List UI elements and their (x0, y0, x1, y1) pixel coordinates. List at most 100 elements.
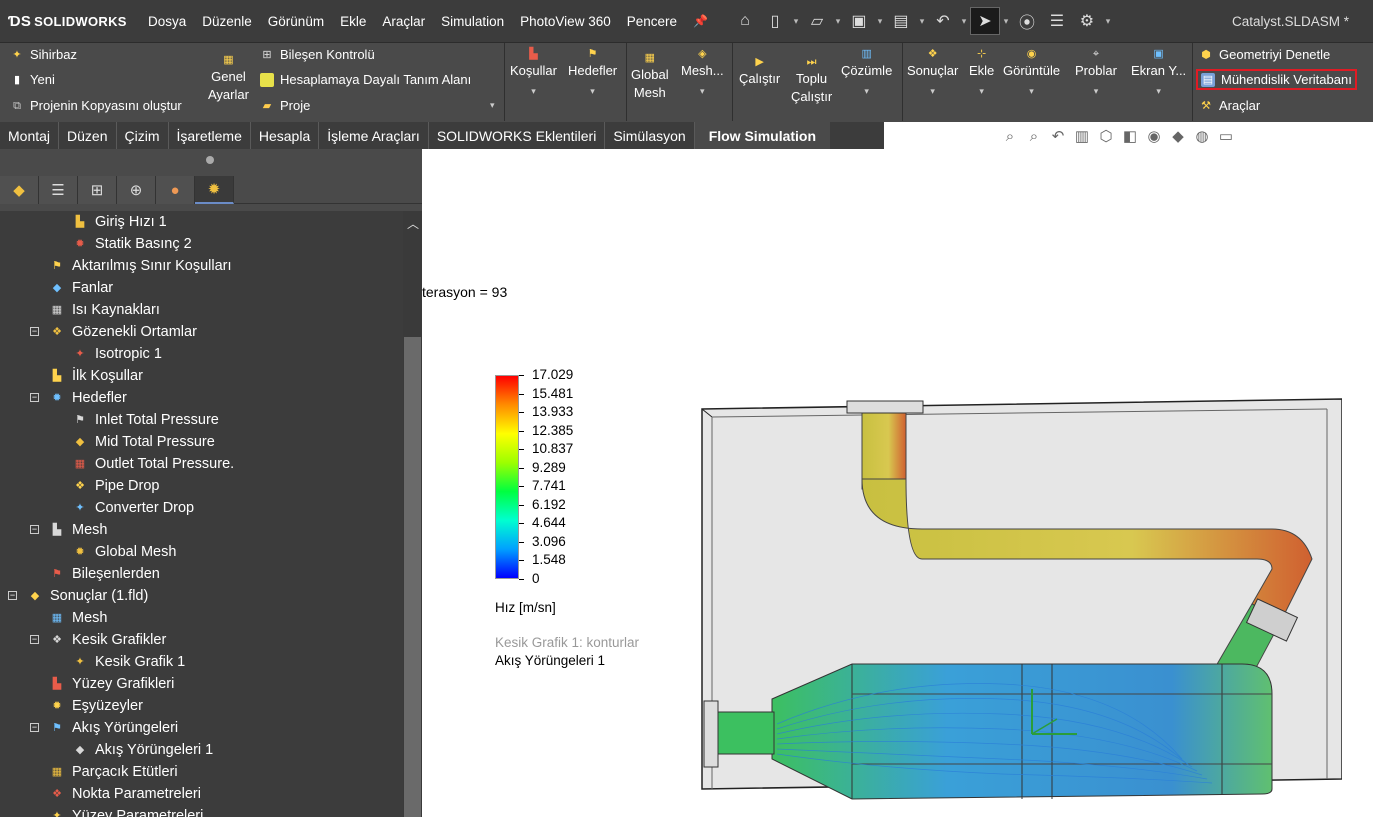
flow-simulation-tab-icon[interactable]: ✹ (195, 176, 234, 204)
probe-button[interactable]: ⌖ Problar ▾ (1075, 47, 1117, 100)
global-mesh-button[interactable]: ▦ Global Mesh (631, 51, 669, 102)
tree-item[interactable]: ◆ Akış Yörüngeleri 1 (73, 739, 213, 761)
chevron-down-icon[interactable]: ▾ (1094, 82, 1099, 100)
wizard-button[interactable]: ✦ Sihirbaz (10, 47, 77, 62)
component-control-button[interactable]: ⊞ Bileşen Kontrolü (260, 47, 374, 62)
tree-scrollbar[interactable]: ︿ (403, 211, 422, 817)
display-style-icon[interactable]: ◧ (1120, 127, 1140, 145)
tab-7[interactable]: Simülasyon (605, 122, 695, 149)
zoom-to-area-icon[interactable]: ⌕ (1024, 128, 1044, 145)
view-settings-icon[interactable]: ▭ (1216, 127, 1236, 145)
tree-item[interactable]: ❖ Gözenekli Ortamlar (50, 321, 197, 343)
chevron-down-icon[interactable]: ▾ (958, 7, 970, 35)
save-icon[interactable]: ▣ (844, 7, 874, 35)
tree-item[interactable]: ▦ Outlet Total Pressure. (73, 453, 234, 475)
chevron-down-icon[interactable]: ▾ (700, 82, 705, 100)
chevron-down-icon[interactable]: ▾ (490, 100, 495, 111)
tree-item[interactable]: ✦ Kesik Grafik 1 (73, 651, 185, 673)
tree-item[interactable]: ▦ Mesh (50, 607, 108, 629)
results-button[interactable]: ❖ Sonuçlar ▾ (907, 47, 958, 100)
tree-item[interactable]: ⚑ Aktarılmış Sınır Koşulları (50, 255, 231, 277)
tab-8[interactable]: Flow Simulation (694, 122, 831, 149)
insert-button[interactable]: ⊹ Ekle ▾ (969, 47, 994, 100)
chevron-down-icon[interactable]: ▾ (874, 7, 886, 35)
tab-5[interactable]: İşleme Araçları (319, 122, 429, 149)
menu-item-1[interactable]: Düzenle (194, 14, 260, 29)
property-manager-tab-icon[interactable]: ☰ (39, 176, 78, 204)
menu-item-0[interactable]: Dosya (140, 14, 194, 29)
tree-item[interactable]: ▦ Parçacık Etütleri (50, 761, 178, 783)
scene-icon[interactable]: ◍ (1192, 127, 1212, 145)
chevron-down-icon[interactable]: ▾ (590, 82, 595, 100)
home-icon[interactable]: ⌂ (730, 7, 760, 35)
new-project-button[interactable]: ▮ Yeni (10, 72, 55, 87)
section-view-icon[interactable]: ▥ (1072, 127, 1092, 145)
tab-6[interactable]: SOLIDWORKS Eklentileri (428, 122, 606, 149)
solve-button[interactable]: ▥ Çözümle ▾ (841, 47, 892, 100)
view-orientation-icon[interactable]: ⬡ (1096, 127, 1116, 145)
chevron-down-icon[interactable]: ▾ (1000, 7, 1012, 35)
collapse-toggle-icon[interactable]: − (8, 591, 17, 600)
collapse-toggle-icon[interactable]: − (30, 635, 39, 644)
engineering-database-button[interactable]: ▤ Mühendislik Veritabanı (1196, 69, 1357, 90)
chevron-down-icon[interactable]: ▾ (832, 7, 844, 35)
tree-item[interactable]: ◆ Sonuçlar (1.fld) (28, 585, 149, 607)
general-settings-button[interactable]: ▦ Genel Ayarlar (208, 53, 249, 104)
select-cursor-icon[interactable]: ➤ (969, 7, 1000, 35)
print-icon[interactable]: ▤ (886, 7, 916, 35)
appearance-icon[interactable]: ◆ (1168, 127, 1188, 145)
tab-2[interactable]: Çizim (116, 122, 169, 149)
traffic-light-icon[interactable]: ⦿ (1012, 7, 1042, 35)
chevron-down-icon[interactable]: ▾ (531, 82, 536, 100)
clone-project-button[interactable]: ⧉ Projenin Kopyasını oluştur (10, 98, 182, 113)
pin-icon[interactable]: 📌 (685, 14, 716, 28)
tree-item[interactable]: ▦ Isı Kaynakları (50, 299, 160, 321)
screen-capture-button[interactable]: ▣ Ekran Y... ▾ (1131, 47, 1186, 100)
tools-button[interactable]: ⚒ Araçlar (1199, 98, 1260, 113)
tree-item[interactable]: ◆ Mid Total Pressure (73, 431, 215, 453)
tree-item[interactable]: ❖ Pipe Drop (73, 475, 159, 497)
dimxpert-tab-icon[interactable]: ⊕ (117, 176, 156, 204)
chevron-down-icon[interactable]: ▾ (1029, 82, 1034, 100)
collapse-toggle-icon[interactable]: − (30, 393, 39, 402)
tab-0[interactable]: Montaj (0, 122, 60, 149)
undo-icon[interactable]: ↶ (928, 7, 958, 35)
menu-item-5[interactable]: Simulation (433, 14, 512, 29)
menu-item-7[interactable]: Pencere (619, 14, 685, 29)
catalyst-model-view[interactable] (682, 379, 1342, 817)
menu-item-2[interactable]: Görünüm (260, 14, 332, 29)
tab-3[interactable]: İşaretleme (168, 122, 251, 149)
conditions-button[interactable]: ▙ Koşullar ▾ (510, 47, 557, 100)
collapse-toggle-icon[interactable]: − (30, 525, 39, 534)
tree-item[interactable]: ❖ Kesik Grafikler (50, 629, 166, 651)
menu-item-4[interactable]: Araçlar (374, 14, 433, 29)
run-button[interactable]: ▶ Çalıştır (739, 55, 780, 88)
display-button[interactable]: ◉ Görüntüle ▾ (1003, 47, 1060, 100)
menu-item-3[interactable]: Ekle (332, 14, 374, 29)
scroll-up-icon[interactable]: ︿ (407, 215, 419, 232)
tree-item[interactable]: ✦ Yüzey Parametreleri (50, 805, 203, 817)
scroll-thumb[interactable] (404, 337, 421, 817)
tree-item[interactable]: ▙ Mesh (50, 519, 108, 541)
chevron-down-icon[interactable]: ▾ (1102, 7, 1114, 35)
tree-item[interactable]: ✦ Isotropic 1 (73, 343, 162, 365)
chevron-down-icon[interactable]: ▾ (930, 82, 935, 100)
tree-item[interactable]: ✦ Converter Drop (73, 497, 194, 519)
goals-button[interactable]: ⚑ Hedefler ▾ (568, 47, 617, 100)
display-manager-tab-icon[interactable]: ● (156, 176, 195, 204)
chevron-down-icon[interactable]: ▾ (1156, 82, 1161, 100)
tab-4[interactable]: Hesapla (250, 122, 320, 149)
file-properties-icon[interactable]: ☰ (1042, 7, 1072, 35)
tab-1[interactable]: Düzen (59, 122, 117, 149)
tree-item[interactable]: ❖ Nokta Parametreleri (50, 783, 201, 805)
feature-manager-tab-icon[interactable]: ◆ (0, 176, 39, 204)
chevron-down-icon[interactable]: ▾ (790, 7, 802, 35)
check-geometry-button[interactable]: ⬢ Geometriyi Denetle (1199, 47, 1330, 62)
hide-show-icon[interactable]: ◉ (1144, 127, 1164, 145)
computational-domain-button[interactable]: Hesaplamaya Dayalı Tanım Alanı (260, 72, 471, 87)
graphics-area[interactable]: terasyon = 93 17.029 15.481 13.933 12.385 10… (422, 149, 1373, 817)
configuration-manager-tab-icon[interactable]: ⊞ (78, 176, 117, 204)
tree-item[interactable]: ✹ Global Mesh (73, 541, 176, 563)
open-folder-icon[interactable]: ▱ (802, 7, 832, 35)
tree-item[interactable]: ▙ İlk Koşullar (50, 365, 143, 387)
